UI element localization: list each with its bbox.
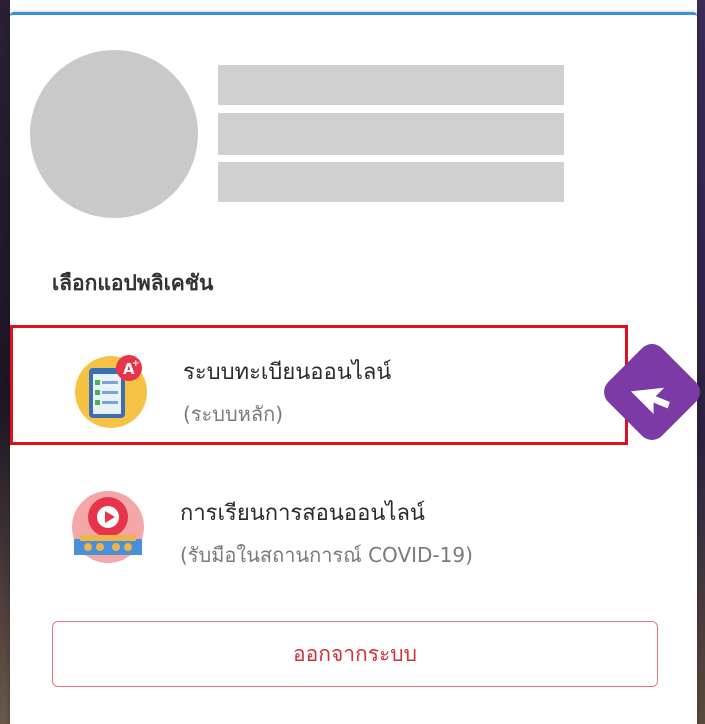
online-class-video-icon (72, 491, 144, 563)
account-dropdown-panel: เลือกแอปพลิเคชัน A + ระบบทะเบียนออนไลน์ … (10, 12, 697, 724)
background-left (0, 0, 10, 724)
section-title: เลือกแอปพลิเคชัน (52, 271, 214, 295)
app-item-registration[interactable]: A + ระบบทะเบียนออนไลน์ (ระบบหลัก) (10, 325, 628, 445)
cursor-pointer-icon (604, 344, 700, 440)
logout-button[interactable]: ออกจากระบบ (52, 621, 658, 687)
svg-text:+: + (132, 359, 140, 369)
app-item-online-learning[interactable]: การเรียนการสอนออนไลน์ (รับมือในสถานการณ์… (10, 473, 628, 593)
app-subtitle: (รับมือในสถานการณ์ COVID-19) (180, 543, 473, 567)
redacted-user-name (218, 65, 564, 105)
redacted-user-id (218, 113, 564, 155)
app-title: การเรียนการสอนออนไลน์ (180, 501, 425, 526)
screen: เลือกแอปพลิเคชัน A + ระบบทะเบียนออนไลน์ … (0, 0, 705, 724)
app-title: ระบบทะเบียนออนไลน์ (183, 360, 392, 385)
avatar (30, 50, 198, 218)
redacted-user-info (218, 162, 564, 202)
registration-clipboard-icon: A + (75, 355, 147, 428)
app-subtitle: (ระบบหลัก) (183, 402, 284, 426)
